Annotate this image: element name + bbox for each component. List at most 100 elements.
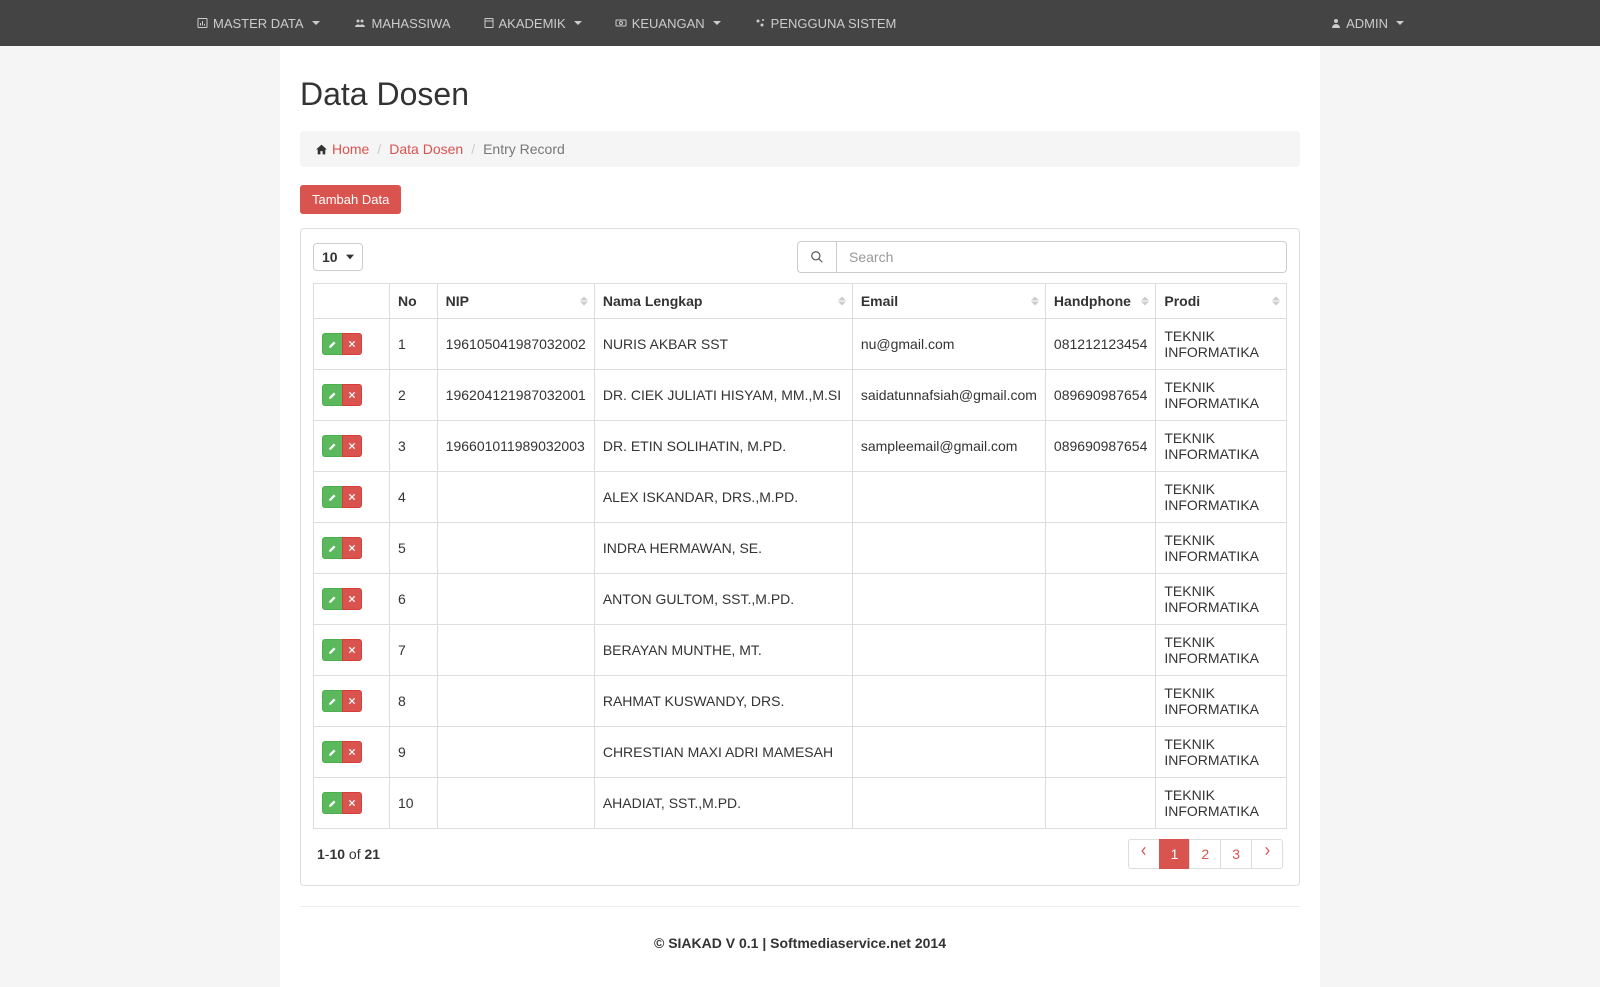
nav-item-master-data[interactable]: MASTER DATA — [180, 2, 336, 45]
cell-no: 8 — [390, 676, 438, 727]
sort-icon — [1031, 297, 1039, 306]
delete-button[interactable] — [342, 384, 362, 406]
page-size-value: 10 — [322, 249, 338, 265]
cell-email: nu@gmail.com — [852, 319, 1045, 370]
nav-label: KEUANGAN — [632, 16, 705, 31]
th-hp[interactable]: Handphone — [1045, 284, 1155, 319]
cell-prodi: TEKNIK INFORMATIKA — [1156, 778, 1287, 829]
breadcrumb-sep: / — [377, 141, 381, 157]
nav-item-pengguna-sistem[interactable]: PENGGUNA SISTEM — [737, 2, 913, 45]
nav-label: MAHASSIWA — [372, 16, 451, 31]
cell-nama: DR. ETIN SOLIHATIN, M.PD. — [594, 421, 852, 472]
edit-button[interactable] — [322, 690, 342, 712]
cell-no: 6 — [390, 574, 438, 625]
table-row: 9CHRESTIAN MAXI ADRI MAMESAHTEKNIK INFOR… — [314, 727, 1287, 778]
nav-admin[interactable]: ADMIN — [1314, 2, 1420, 45]
delete-button[interactable] — [342, 690, 362, 712]
cell-nip: 196601011989032003 — [437, 421, 594, 472]
edit-button[interactable] — [322, 435, 342, 457]
delete-button[interactable] — [342, 333, 362, 355]
search-group — [797, 241, 1287, 273]
cell-no: 2 — [390, 370, 438, 421]
sort-icon — [1272, 297, 1280, 306]
cell-nip — [437, 727, 594, 778]
cell-actions — [314, 370, 390, 421]
cell-hp — [1045, 778, 1155, 829]
main-container: Data Dosen Home / Data Dosen / Entry Rec… — [280, 46, 1320, 987]
cell-actions — [314, 472, 390, 523]
cell-email: sampleemail@gmail.com — [852, 421, 1045, 472]
th-no[interactable]: No — [390, 284, 438, 319]
cogs-icon — [753, 17, 767, 29]
th-prodi[interactable]: Prodi — [1156, 284, 1287, 319]
delete-button[interactable] — [342, 639, 362, 661]
user-icon — [1330, 17, 1342, 29]
cell-prodi: TEKNIK INFORMATIKA — [1156, 523, 1287, 574]
page-size-select[interactable]: 10 — [313, 243, 363, 271]
search-input[interactable] — [836, 241, 1287, 273]
cell-email — [852, 676, 1045, 727]
cell-hp — [1045, 472, 1155, 523]
breadcrumb-home[interactable]: Home — [332, 141, 369, 157]
nav-item-mahassiwa[interactable]: MAHASSIWA — [336, 2, 467, 45]
edit-button[interactable] — [322, 384, 342, 406]
cell-prodi: TEKNIK INFORMATIKA — [1156, 319, 1287, 370]
th-nip[interactable]: NIP — [437, 284, 594, 319]
th-email[interactable]: Email — [852, 284, 1045, 319]
cell-no: 7 — [390, 625, 438, 676]
delete-button[interactable] — [342, 435, 362, 457]
cell-nama: BERAYAN MUNTHE, MT. — [594, 625, 852, 676]
caret-icon — [713, 21, 721, 25]
table-row: 8 RAHMAT KUSWANDY, DRS. TEKNIK INFORMATIKA — [314, 676, 1287, 727]
table-row: 3196601011989032003DR. ETIN SOLIHATIN, M… — [314, 421, 1287, 472]
cell-hp — [1045, 676, 1155, 727]
copyright: © SIAKAD V 0.1 | Softmediaservice.net 20… — [300, 907, 1300, 967]
cell-prodi: TEKNIK INFORMATIKA — [1156, 676, 1287, 727]
page-prev[interactable] — [1128, 839, 1160, 869]
sort-icon — [1141, 297, 1149, 306]
delete-button[interactable] — [342, 537, 362, 559]
cell-no: 3 — [390, 421, 438, 472]
delete-button[interactable] — [342, 588, 362, 610]
nav-right: ADMIN — [1314, 2, 1420, 45]
edit-button[interactable] — [322, 588, 342, 610]
cell-email — [852, 727, 1045, 778]
edit-button[interactable] — [322, 639, 342, 661]
edit-button[interactable] — [322, 537, 342, 559]
nav-label: PENGGUNA SISTEM — [771, 16, 897, 31]
nav-admin-label: ADMIN — [1346, 16, 1388, 31]
page-1[interactable]: 1 — [1159, 839, 1191, 869]
cell-prodi: TEKNIK INFORMATIKA — [1156, 574, 1287, 625]
cell-no: 5 — [390, 523, 438, 574]
page-next[interactable] — [1251, 839, 1283, 869]
cell-nama: RAHMAT KUSWANDY, DRS. — [594, 676, 852, 727]
cell-actions — [314, 727, 390, 778]
cell-hp — [1045, 625, 1155, 676]
cell-email: saidatunnafsiah@gmail.com — [852, 370, 1045, 421]
cell-actions — [314, 625, 390, 676]
nav-item-keuangan[interactable]: KEUANGAN — [598, 2, 737, 45]
delete-button[interactable] — [342, 792, 362, 814]
caret-icon — [574, 21, 582, 25]
add-data-button[interactable]: Tambah Data — [300, 185, 401, 214]
th-nama[interactable]: Nama Lengkap — [594, 284, 852, 319]
cell-hp — [1045, 574, 1155, 625]
delete-button[interactable] — [342, 486, 362, 508]
edit-button[interactable] — [322, 333, 342, 355]
edit-button[interactable] — [322, 741, 342, 763]
edit-button[interactable] — [322, 486, 342, 508]
page-2[interactable]: 2 — [1189, 839, 1221, 869]
cell-prodi: TEKNIK INFORMATIKA — [1156, 421, 1287, 472]
cell-no: 9 — [390, 727, 438, 778]
delete-button[interactable] — [342, 741, 362, 763]
nav-item-akademik[interactable]: AKADEMIK — [467, 2, 598, 45]
table-row: 7BERAYAN MUNTHE, MT.TEKNIK INFORMATIKA — [314, 625, 1287, 676]
table-footer: 1-10 of 21 123 — [313, 829, 1287, 873]
breadcrumb-data-dosen[interactable]: Data Dosen — [389, 141, 463, 157]
cell-no: 10 — [390, 778, 438, 829]
cell-hp: 089690987654 — [1045, 421, 1155, 472]
cell-actions — [314, 421, 390, 472]
page-3[interactable]: 3 — [1220, 839, 1252, 869]
edit-button[interactable] — [322, 792, 342, 814]
search-icon — [797, 241, 836, 273]
